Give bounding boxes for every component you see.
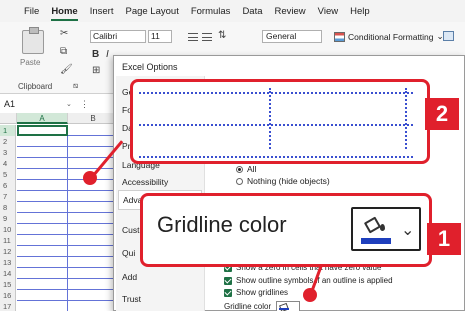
gridline-color-callout: Gridline color ⌄ — [140, 193, 432, 267]
callout-2-anchor-dot — [83, 171, 97, 185]
gridline-preview-callout — [130, 79, 430, 164]
column-header-b[interactable]: B — [68, 113, 119, 124]
preview-gridline — [139, 124, 413, 126]
radio-unselected-icon — [236, 177, 243, 185]
format-painter-icon[interactable]: 🖌 — [60, 64, 73, 75]
callout-badge-1: 1 — [427, 223, 461, 255]
conditional-formatting-icon — [334, 31, 345, 42]
wrap-text-icon[interactable]: ⇅ — [218, 30, 226, 41]
nav-item-quick-access[interactable]: Qui — [122, 248, 135, 258]
row-header[interactable]: 11 — [0, 235, 16, 246]
nav-item-trust-center[interactable]: Trust — [122, 294, 141, 304]
cut-icon[interactable]: ✂ — [60, 28, 68, 39]
row-header[interactable]: 15 — [0, 279, 16, 290]
row-header[interactable]: 13 — [0, 257, 16, 268]
name-box-value: A1 — [4, 99, 16, 109]
italic-button[interactable]: I — [106, 49, 109, 60]
copy-icon[interactable]: ⧉ — [60, 46, 67, 57]
nav-item-add-ins[interactable]: Add — [122, 272, 137, 282]
row-header[interactable]: 3 — [0, 147, 16, 158]
preview-gridline — [139, 156, 413, 158]
row-header[interactable]: 10 — [0, 224, 16, 235]
tab-insert[interactable]: Insert — [90, 6, 114, 17]
callout-badge-2: 2 — [425, 98, 459, 130]
preview-gridline — [269, 88, 271, 149]
gridline-color-picker[interactable] — [276, 301, 301, 311]
checkbox-show-outline[interactable]: Show outline symbols if an outline is ap… — [224, 276, 393, 285]
tab-data[interactable]: Data — [242, 6, 262, 17]
callout-1-anchor-dot — [303, 288, 317, 302]
active-cell[interactable] — [17, 125, 68, 136]
tab-review[interactable]: Review — [275, 6, 306, 17]
chevron-down-icon: ⌄ — [401, 222, 415, 239]
select-all-corner[interactable] — [0, 113, 17, 124]
checkbox-show-gridlines[interactable]: Show gridlines — [224, 288, 288, 297]
radio-nothing-label: Nothing (hide objects) — [247, 176, 330, 186]
borders-icon[interactable]: ⊞ — [92, 65, 100, 76]
excel-window: File Home Insert Page Layout Formulas Da… — [0, 0, 465, 311]
radio-selected-icon — [236, 165, 243, 173]
preview-gridline — [139, 92, 413, 94]
tab-help[interactable]: Help — [350, 6, 370, 17]
checkbox-show-gridlines-label: Show gridlines — [236, 288, 289, 297]
checkbox-checked-icon — [224, 276, 232, 285]
align-top-icon[interactable] — [188, 33, 198, 41]
row-header[interactable]: 5 — [0, 169, 16, 180]
dialog-title: Excel Options — [122, 62, 178, 72]
conditional-formatting-button[interactable]: Conditional Formatting ⌄ — [334, 31, 444, 42]
radio-all-label: All — [247, 164, 257, 174]
row-header[interactable]: 2 — [0, 136, 16, 147]
column-header-a[interactable]: A — [17, 113, 68, 124]
conditional-formatting-label: Conditional Formatting — [348, 31, 434, 42]
tab-formulas[interactable]: Formulas — [191, 6, 231, 17]
checkbox-checked-icon — [224, 288, 232, 297]
clipboard-group-label: Clipboard — [18, 82, 53, 91]
nav-item-accessibility[interactable]: Accessibility — [122, 177, 168, 187]
column-headers: A B — [0, 113, 125, 124]
radio-show-all-objects[interactable]: All — [236, 164, 256, 174]
worksheet-grid[interactable]: A B 1 2 3 4 5 6 7 8 9 10 11 12 13 14 15 16 17 — [0, 113, 125, 311]
ribbon-tabs: File Home Insert Page Layout Formulas Da… — [0, 0, 465, 22]
gridline-color-row: Gridline color — [224, 301, 301, 311]
row-header[interactable]: 17 — [0, 301, 16, 311]
paint-bucket-icon — [363, 214, 385, 234]
row-header[interactable]: 12 — [0, 246, 16, 257]
paste-icon[interactable] — [22, 27, 44, 54]
paste-label: Paste — [20, 58, 41, 67]
row-header[interactable]: 14 — [0, 268, 16, 279]
zoom-color-picker[interactable]: ⌄ — [351, 207, 421, 251]
radio-hide-objects[interactable]: Nothing (hide objects) — [236, 176, 330, 186]
row-header[interactable]: 8 — [0, 202, 16, 213]
row-header[interactable]: 9 — [0, 213, 16, 224]
zoom-gridline-color-label: Gridline color — [157, 212, 287, 237]
tab-view[interactable]: View — [318, 6, 338, 17]
bold-button[interactable]: B — [92, 49, 99, 60]
font-size-select[interactable]: 11 — [148, 30, 172, 43]
format-as-table-icon[interactable] — [443, 31, 454, 41]
formula-bar-separator-icon: ⋮ — [80, 99, 89, 109]
dialog-launcher-icon[interactable]: ⧅ — [73, 81, 78, 91]
name-box[interactable]: A1 ⌄ — [4, 98, 74, 111]
tab-home[interactable]: Home — [51, 6, 79, 21]
row-header[interactable]: 16 — [0, 290, 16, 301]
gridline-preview — [139, 88, 413, 158]
preview-gridline — [405, 88, 407, 149]
row-header[interactable]: 7 — [0, 191, 16, 202]
tab-file[interactable]: File — [24, 6, 39, 17]
row-header[interactable]: 1 — [0, 125, 16, 136]
selected-color-swatch — [361, 238, 391, 244]
nav-item-customize-ribbon[interactable]: Cust — [122, 225, 139, 235]
gridline-color-label: Gridline color — [224, 302, 272, 311]
number-format-select[interactable]: General — [262, 30, 322, 43]
chevron-down-icon: ⌄ — [66, 101, 72, 108]
tab-page-layout[interactable]: Page Layout — [125, 6, 178, 17]
align-middle-icon[interactable] — [202, 33, 212, 41]
row-header[interactable]: 4 — [0, 158, 16, 169]
row-header[interactable]: 6 — [0, 180, 16, 191]
font-name-select[interactable]: Calibri — [90, 30, 146, 43]
